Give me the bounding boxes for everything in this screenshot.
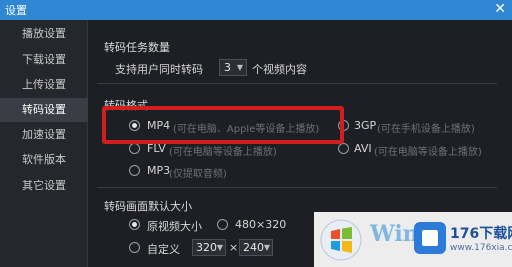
resolution-custom-label[interactable]: 自定义	[147, 241, 180, 257]
format-mp3-label[interactable]: MP3	[147, 164, 170, 177]
format-mp3-radio[interactable]	[129, 165, 140, 176]
sidebar-item-playback[interactable]: 播放设置	[0, 22, 88, 46]
section-divider	[97, 187, 497, 188]
chevron-down-icon: ▼	[216, 243, 223, 252]
chevron-down-icon: ▼	[263, 243, 270, 252]
task-count-title: 转码任务数量	[104, 41, 170, 54]
format-flv-radio[interactable]	[129, 143, 140, 154]
resolution-480-label[interactable]: 480×320	[235, 218, 286, 231]
task-count-value: 3	[224, 61, 231, 74]
title-bar: 设置 ✕	[0, 0, 512, 20]
custom-width-value: 320	[196, 241, 217, 254]
custom-height-value: 240	[243, 241, 264, 254]
resolution-custom-radio[interactable]	[129, 242, 140, 253]
close-icon[interactable]: ✕	[494, 1, 506, 17]
site-logo-icon	[414, 222, 446, 254]
sidebar-item-download[interactable]: 下载设置	[0, 48, 88, 72]
windows-logo-icon	[320, 219, 362, 261]
sidebar-item-transcode[interactable]: 转码设置	[0, 98, 88, 122]
mp4-highlight-box	[102, 106, 344, 144]
times-sign: ×	[229, 241, 239, 254]
task-count-suffix: 个视频内容	[252, 63, 307, 76]
sidebar-item-acceleration[interactable]: 加速设置	[0, 123, 88, 147]
watermark-site-name: 176下载网	[450, 226, 512, 242]
format-3gp-label[interactable]: 3GP	[354, 119, 376, 132]
format-3gp-hint: (可在手机设备上播放)	[377, 124, 475, 135]
sidebar-item-upload[interactable]: 上传设置	[0, 73, 88, 97]
window-title: 设置	[5, 4, 27, 17]
sidebar-item-version[interactable]: 软件版本	[0, 148, 88, 172]
format-mp3-hint: (仅提取音频)	[169, 169, 227, 180]
watermark-win-text: Win	[370, 221, 419, 247]
format-flv-hint: (可在电脑等设备上播放)	[169, 147, 277, 158]
format-avi-radio[interactable]	[338, 143, 349, 154]
resolution-title: 转码画面默认大小	[104, 200, 192, 213]
custom-width-input[interactable]: 320 ▼	[192, 239, 226, 256]
site-watermark: Win 176下载网 www.176xia.com	[314, 212, 512, 267]
resolution-original-radio[interactable]	[129, 219, 140, 230]
format-avi-label[interactable]: AVI	[354, 142, 372, 155]
chevron-down-icon: ▼	[236, 63, 243, 72]
section-divider	[97, 83, 497, 84]
resolution-original-label[interactable]: 原视频大小	[147, 218, 202, 234]
task-count-select[interactable]: 3 ▼	[219, 59, 247, 76]
resolution-480-radio[interactable]	[217, 219, 228, 230]
settings-sidebar: 播放设置 下载设置 上传设置 转码设置 加速设置 软件版本 其它设置	[0, 20, 88, 267]
format-avi-hint: (可在电脑等设备上播放)	[374, 147, 482, 158]
watermark-site-url: www.176xia.com	[450, 243, 512, 253]
sidebar-item-other[interactable]: 其它设置	[0, 174, 88, 198]
task-count-prefix: 支持用户同时转码	[115, 63, 203, 76]
custom-height-input[interactable]: 240 ▼	[239, 239, 273, 256]
